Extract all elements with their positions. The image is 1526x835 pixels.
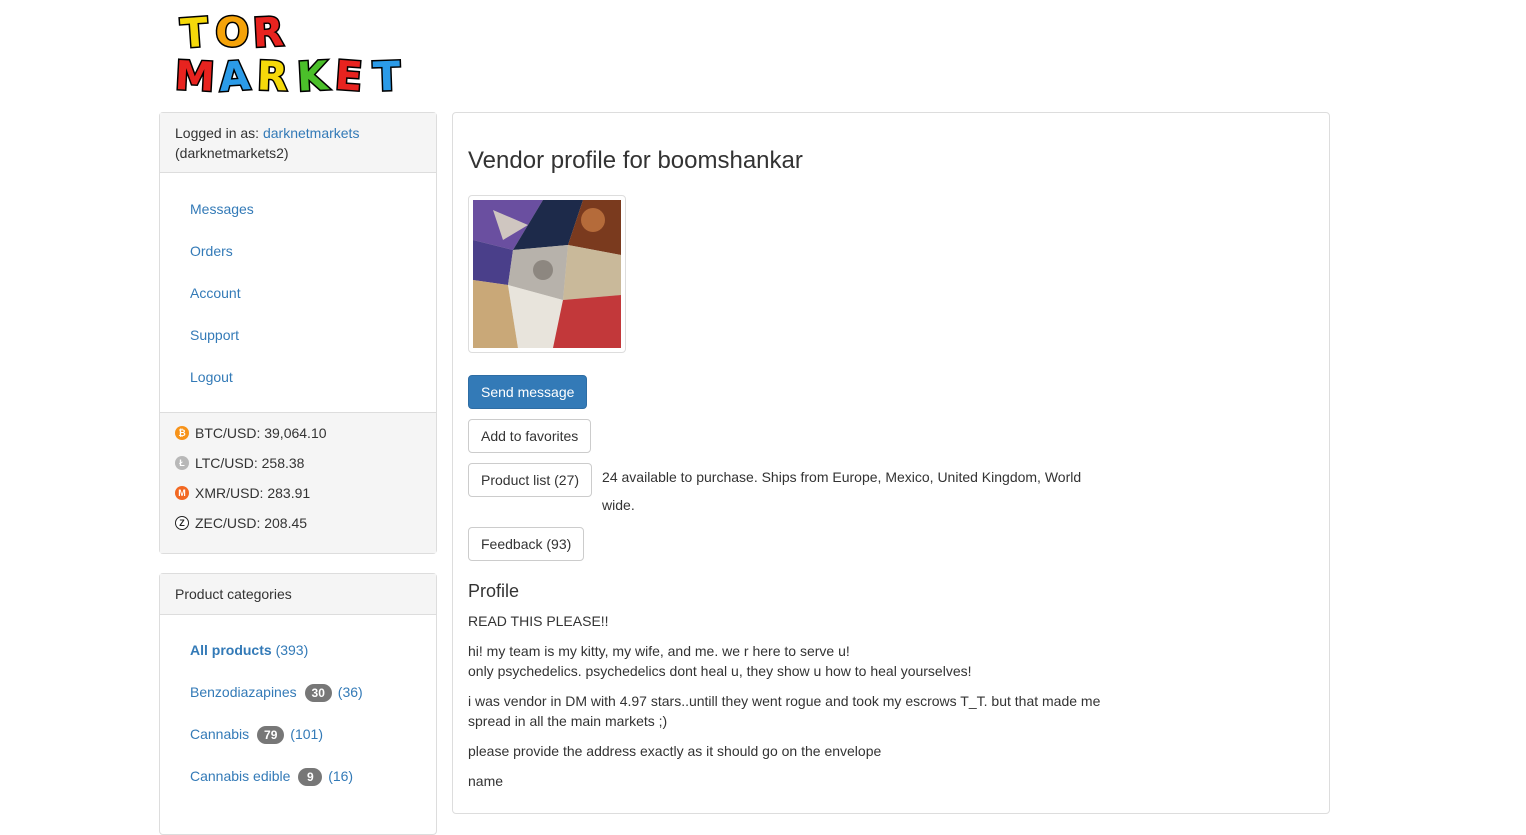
vendor-avatar <box>468 195 626 353</box>
svg-text:M: M <box>175 53 216 96</box>
svg-text:E: E <box>333 53 363 96</box>
nav-orders[interactable]: Orders <box>160 230 436 272</box>
rate-ltc-text: LTC/USD: 258.38 <box>195 455 305 471</box>
category-benzodiazapines[interactable]: Benzodiazapines <box>190 684 297 700</box>
svg-text:K: K <box>296 53 331 96</box>
profile-paragraph: name <box>468 773 504 789</box>
category-item[interactable]: All products (393) <box>160 629 436 671</box>
monero-icon: M <box>175 486 189 500</box>
user-alias: (darknetmarkets2) <box>175 145 289 161</box>
nav-logout[interactable]: Logout <box>160 356 436 398</box>
account-nav: Messages Orders Account Support Logout <box>160 173 436 398</box>
category-cannabis[interactable]: Cannabis <box>190 726 249 742</box>
nav-messages[interactable]: Messages <box>160 188 436 230</box>
category-item[interactable]: Cannabis edible 9 (16) <box>160 755 436 797</box>
svg-text:A: A <box>218 53 252 96</box>
profile-paragraph: READ THIS PLEASE!! <box>468 613 609 629</box>
svg-text:R: R <box>256 53 288 96</box>
available-badge: 79 <box>257 726 285 745</box>
add-to-favorites-button[interactable]: Add to favorites <box>468 419 592 453</box>
category-all-products[interactable]: All products <box>190 642 272 658</box>
svg-text:T: T <box>372 54 402 96</box>
category-item[interactable]: Cannabis 79 (101) <box>160 713 436 755</box>
category-count[interactable]: (393) <box>276 642 309 658</box>
rate-xmr: M XMR/USD: 283.91 <box>175 483 421 513</box>
exchange-rates: ₿ BTC/USD: 39,064.10 Ł LTC/USD: 258.38 M… <box>160 412 436 553</box>
categories-heading: Product categories <box>160 574 436 615</box>
available-badge: 30 <box>304 684 332 703</box>
profile-heading: Profile <box>468 581 520 601</box>
nav-account[interactable]: Account <box>160 272 436 314</box>
category-item[interactable]: Benzodiazapines 30 (36) <box>160 671 436 713</box>
category-list: All products (393) Benzodiazapines 30 (3… <box>160 615 436 797</box>
nav-support[interactable]: Support <box>160 314 436 356</box>
profile-text: READ THIS PLEASE!! hi! my team is my kit… <box>468 611 1108 801</box>
rate-zec-text: ZEC/USD: 208.45 <box>195 515 308 531</box>
profile-paragraph: i was vendor in DM with 4.97 stars..unti… <box>468 693 1101 729</box>
svg-text:R: R <box>252 9 285 57</box>
tor-market-logo[interactable]: T O R M A R K E T <box>172 6 425 102</box>
rate-btc: ₿ BTC/USD: 39,064.10 <box>175 423 421 453</box>
profile-paragraph: please provide the address exactly as it… <box>468 743 882 759</box>
rate-xmr-text: XMR/USD: 283.91 <box>195 485 311 501</box>
product-list-button[interactable]: Product list (27) <box>468 463 593 497</box>
vendor-panel: Vendor profile for boomshankar Send mess… <box>452 112 1330 814</box>
login-status: Logged in as: darknetmarkets (darknetmar… <box>160 113 436 173</box>
category-count[interactable]: (16) <box>328 768 353 784</box>
category-count[interactable]: (101) <box>290 726 323 742</box>
logged-in-label: Logged in as: <box>175 125 260 141</box>
send-message-button[interactable]: Send message <box>468 375 588 409</box>
litecoin-icon: Ł <box>175 456 189 470</box>
profile-paragraph: hi! my team is my kitty, my wife, and me… <box>468 643 972 679</box>
page-title: Vendor profile for boomshankar <box>468 147 803 174</box>
rate-zec: Z ZEC/USD: 208.45 <box>175 513 421 543</box>
svg-text:T: T <box>179 10 210 58</box>
rate-ltc: Ł LTC/USD: 258.38 <box>175 453 421 483</box>
svg-text:O: O <box>214 9 250 57</box>
shipping-info: 24 available to purchase. Ships from Eur… <box>602 469 1082 513</box>
available-badge: 9 <box>298 768 323 787</box>
zcash-icon: Z <box>175 516 189 530</box>
category-count[interactable]: (36) <box>338 684 363 700</box>
user-panel: Logged in as: darknetmarkets (darknetmar… <box>159 112 437 554</box>
categories-panel: Product categories All products (393) Be… <box>159 573 437 835</box>
username-link[interactable]: darknetmarkets <box>263 125 359 141</box>
bitcoin-icon: ₿ <box>175 426 189 440</box>
product-availability-line: Product list (27) 24 available to purcha… <box>468 463 1108 519</box>
rate-btc-text: BTC/USD: 39,064.10 <box>195 425 327 441</box>
feedback-button[interactable]: Feedback (93) <box>468 527 585 561</box>
category-cannabis-edible[interactable]: Cannabis edible <box>190 768 290 784</box>
